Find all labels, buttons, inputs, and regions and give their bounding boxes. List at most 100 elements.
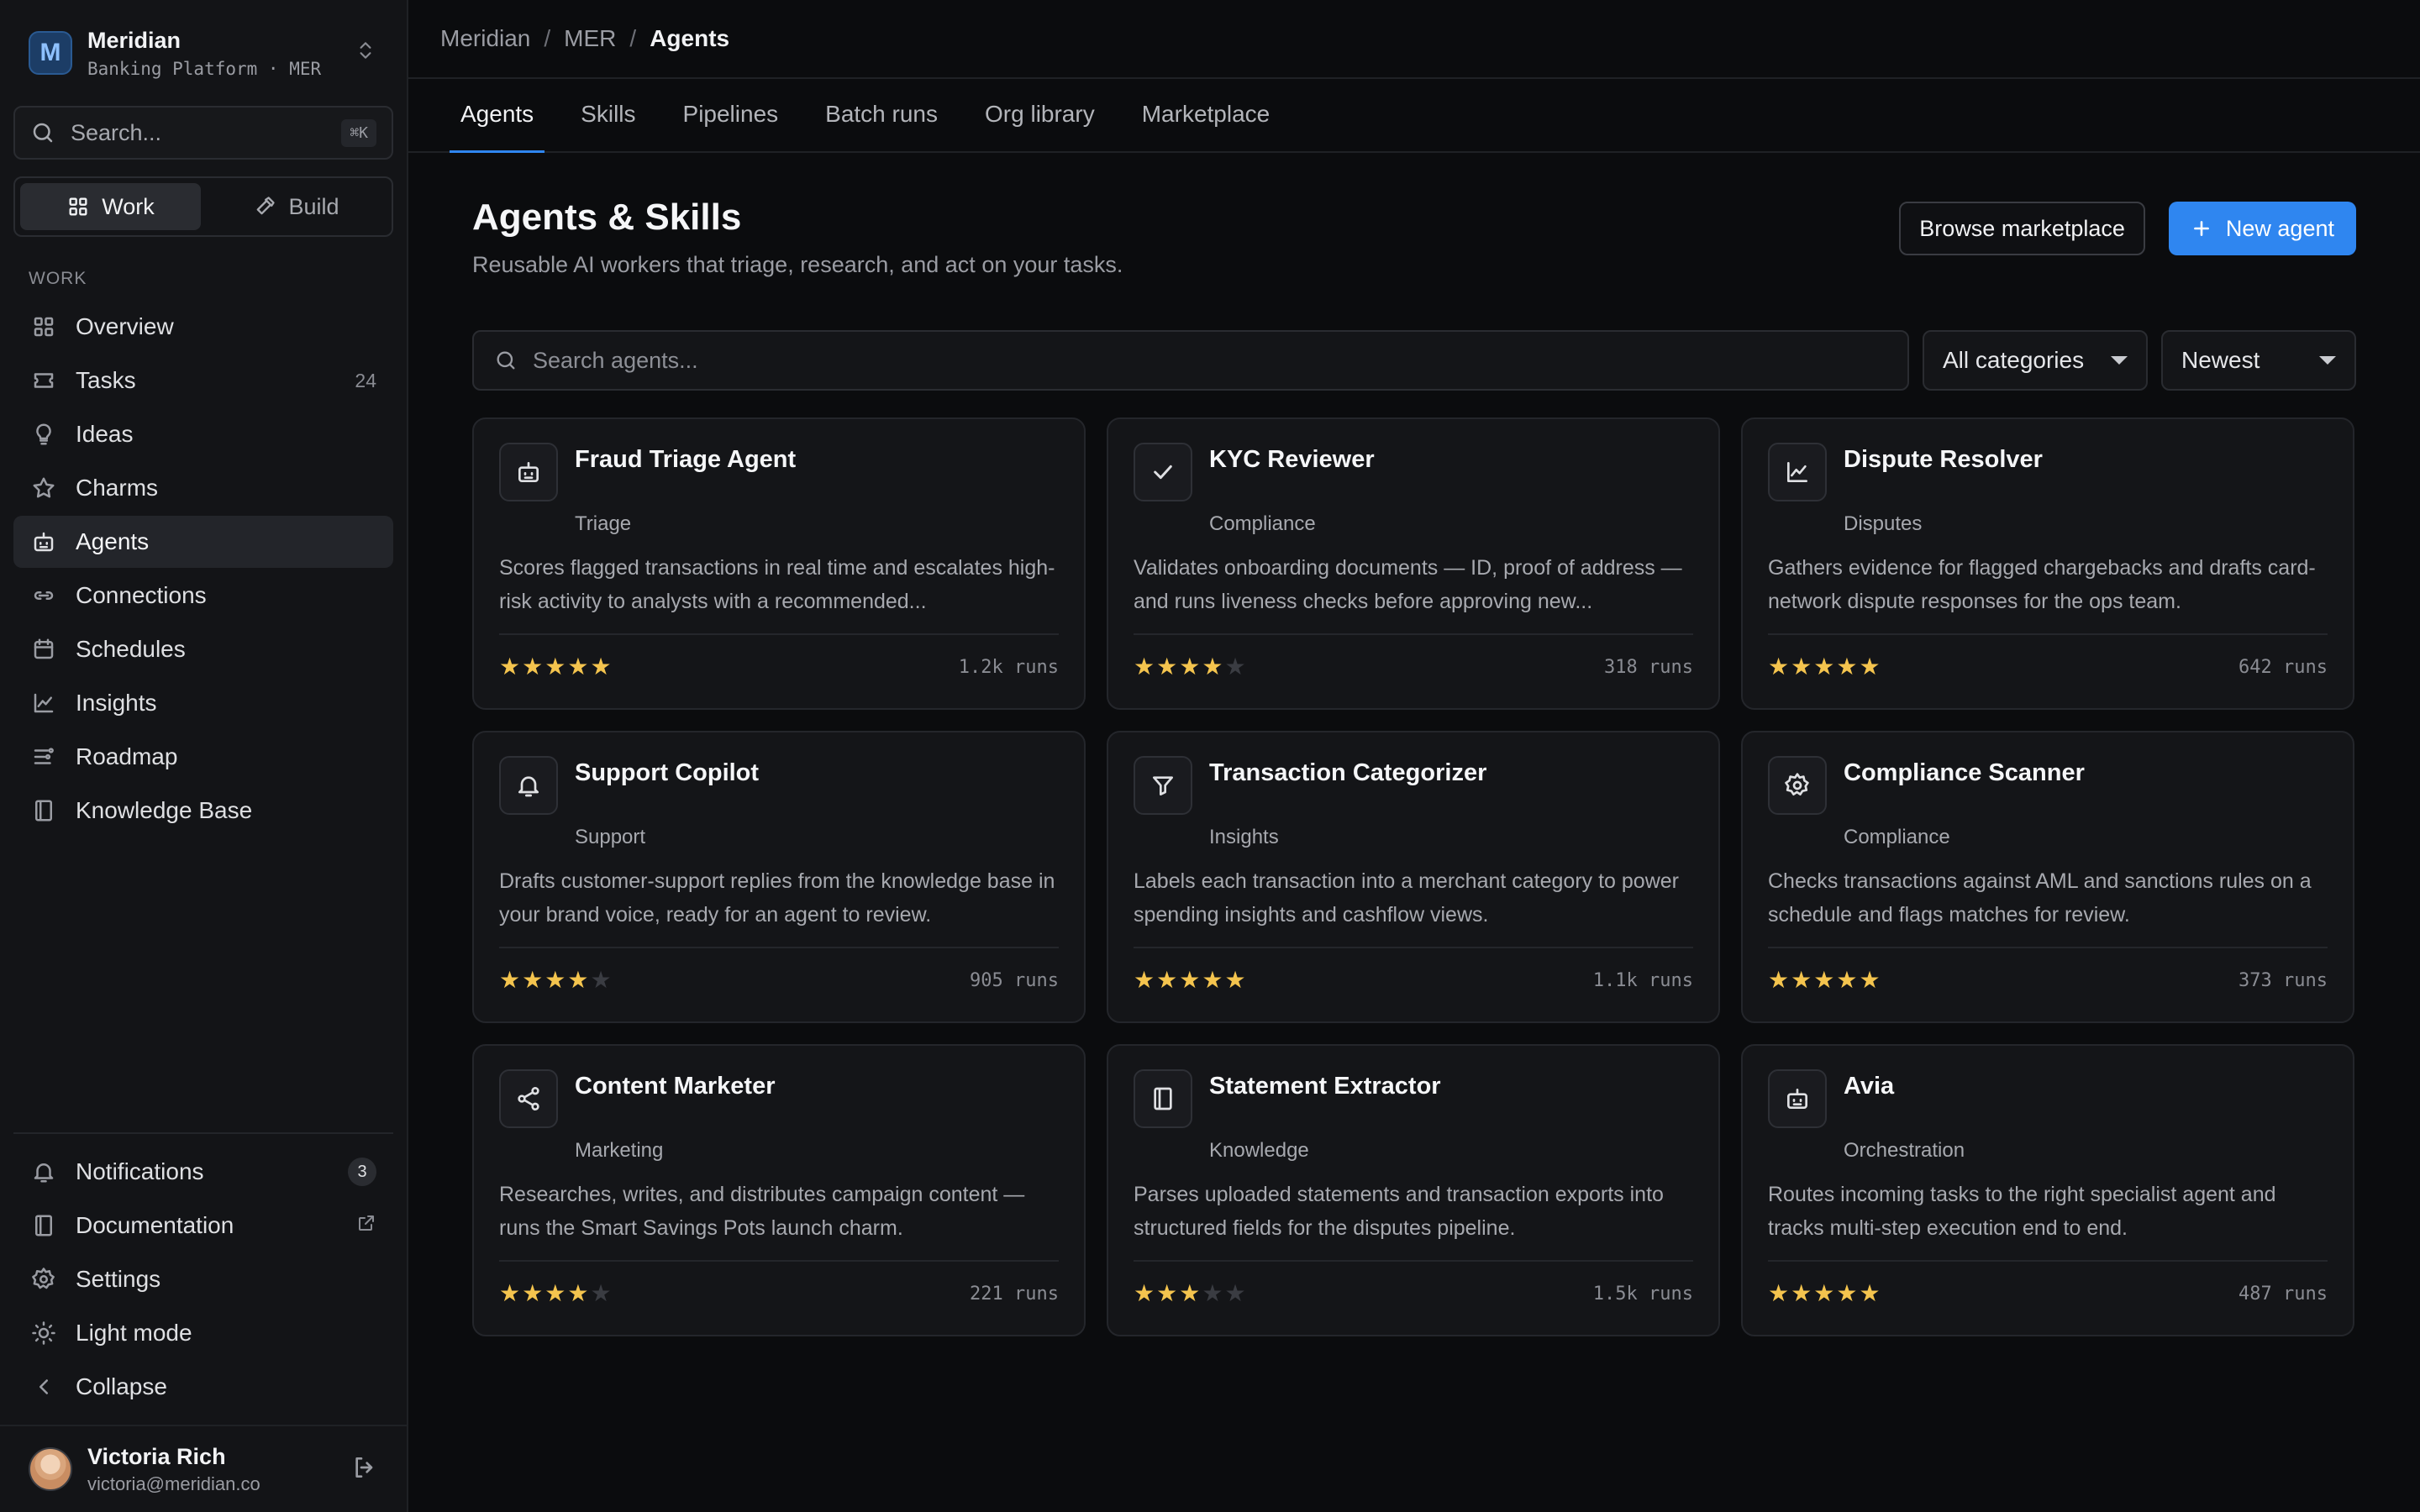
- agent-card[interactable]: Statement Extractor Knowledge Parses uploa…: [1107, 1044, 1720, 1336]
- sidebar-item-collapse[interactable]: Collapse: [13, 1361, 393, 1413]
- mode-build-button[interactable]: Build: [206, 183, 387, 230]
- agent-card[interactable]: Dispute Resolver Disputes Gathers evidence…: [1741, 417, 2354, 710]
- star-icon: ★: [1836, 1280, 1858, 1306]
- user-email: victoria@meridian.co: [87, 1473, 260, 1494]
- star-icon: ★: [1134, 1280, 1155, 1306]
- gear-icon: [1768, 756, 1827, 815]
- sidebar-divider: [13, 1132, 393, 1134]
- star-icon: ★: [1134, 654, 1155, 680]
- sidebar-item-notifications[interactable]: Notifications 3: [13, 1146, 393, 1198]
- agent-name: Content Marketer: [575, 1073, 776, 1100]
- workspace-name: Meridian: [87, 27, 182, 53]
- sidebar-item-label: Schedules: [76, 636, 186, 662]
- agent-card[interactable]: Content Marketer Marketing Researches, wri…: [472, 1044, 1086, 1336]
- star-rating: ★ ★ ★ ★ ★: [1768, 1282, 1881, 1305]
- star-icon: ★: [1768, 1280, 1790, 1306]
- agent-name: KYC Reviewer: [1209, 446, 1375, 473]
- breadcrumb-current: Agents: [650, 25, 730, 51]
- star-rating: ★ ★ ★ ★ ★: [1134, 655, 1246, 679]
- sidebar-item-documentation[interactable]: Documentation: [13, 1200, 393, 1252]
- mode-work-label: Work: [102, 193, 155, 219]
- star-icon: ★: [1791, 967, 1812, 993]
- chevrons-up-down-icon[interactable]: [353, 39, 378, 67]
- sort-select[interactable]: Newest: [2161, 330, 2356, 391]
- workspace-switcher[interactable]: M Meridian Banking Platform · MER: [13, 0, 393, 106]
- tab-skills[interactable]: Skills: [570, 77, 646, 151]
- sidebar-item-settings[interactable]: Settings: [13, 1253, 393, 1305]
- sidebar-item-ideas[interactable]: Ideas: [13, 408, 393, 460]
- sidebar-item-insights[interactable]: Insights: [13, 677, 393, 729]
- agent-card[interactable]: Avia Orchestration Routes incoming tasks t…: [1741, 1044, 2354, 1336]
- agent-category: Orchestration: [1844, 1139, 1965, 1162]
- user-profile[interactable]: Victoria Rich victoria@meridian.co: [0, 1425, 407, 1512]
- browse-marketplace-button[interactable]: Browse marketplace: [1899, 202, 2145, 255]
- filter-icon: [1134, 756, 1192, 815]
- star-rating: ★ ★ ★ ★ ★: [1768, 655, 1881, 679]
- agent-card[interactable]: Transaction Categorizer Insights Labels ea…: [1107, 731, 1720, 1023]
- agent-description: Validates onboarding documents — ID, pro…: [1134, 556, 1682, 613]
- sun-icon: [30, 1320, 57, 1347]
- sidebar-item-agents[interactable]: Agents: [13, 516, 393, 568]
- agent-card[interactable]: Fraud Triage Agent Triage Scores flagged t…: [472, 417, 1086, 710]
- agent-card[interactable]: Compliance Scanner Compliance Checks trans…: [1741, 731, 2354, 1023]
- tab-org-library[interactable]: Org library: [974, 77, 1106, 151]
- sidebar-item-knowledge-base[interactable]: Knowledge Base: [13, 785, 393, 837]
- agent-description: Checks transactions against AML and sanc…: [1768, 869, 2312, 927]
- link-icon: [30, 582, 57, 609]
- new-agent-button[interactable]: New agent: [2168, 202, 2356, 255]
- ticket-icon: [30, 367, 57, 394]
- star-icon: ★: [1179, 654, 1201, 680]
- tab-agents[interactable]: Agents: [450, 77, 545, 153]
- sidebar-search-placeholder: Search...: [71, 119, 162, 145]
- sidebar-item-label: Roadmap: [76, 743, 178, 769]
- agent-category: Compliance: [1844, 826, 1950, 848]
- category-select[interactable]: All categories: [1923, 330, 2148, 391]
- agent-card[interactable]: KYC Reviewer Compliance Validates onboardi…: [1107, 417, 1720, 710]
- tab-marketplace[interactable]: Marketplace: [1131, 77, 1281, 151]
- sidebar-item-label: Light mode: [76, 1320, 192, 1346]
- star-icon: ★: [544, 654, 566, 680]
- sidebar-item-tasks[interactable]: Tasks 24: [13, 354, 393, 407]
- workspace-logo: M: [29, 31, 72, 75]
- sidebar-item-light-mode[interactable]: Light mode: [13, 1307, 393, 1359]
- plus-icon: [2191, 218, 2212, 239]
- agent-search-input[interactable]: Search agents...: [472, 330, 1909, 391]
- run-count: 318 runs: [1604, 656, 1693, 678]
- sidebar-item-connections[interactable]: Connections: [13, 570, 393, 622]
- hammer-icon: [253, 195, 276, 218]
- sort-select-value: Newest: [2181, 347, 2260, 373]
- sidebar-item-label: Documentation: [76, 1212, 234, 1238]
- sidebar-search[interactable]: Search... ⌘K: [13, 106, 393, 160]
- roadmap-icon: [30, 743, 57, 770]
- notification-badge: 3: [348, 1158, 376, 1186]
- mode-work-button[interactable]: Work: [20, 183, 201, 230]
- star-icon: ★: [499, 967, 521, 993]
- star-icon: ★: [1859, 1280, 1881, 1306]
- agent-card[interactable]: Support Copilot Support Drafts customer-su…: [472, 731, 1086, 1023]
- workspace-subtitle: Banking Platform · MER: [87, 58, 322, 79]
- sidebar-item-schedules[interactable]: Schedules: [13, 623, 393, 675]
- agent-category: Support: [575, 826, 646, 848]
- star-icon: ★: [1813, 654, 1835, 680]
- sidebar-item-charms[interactable]: Charms: [13, 462, 393, 514]
- star-icon: ★: [1202, 967, 1223, 993]
- star-rating: ★ ★ ★ ★ ★: [499, 655, 612, 679]
- sidebar-item-overview[interactable]: Overview: [13, 301, 393, 353]
- section-label-work: WORK: [29, 269, 87, 288]
- star-icon: ★: [1791, 654, 1812, 680]
- star-rating: ★ ★ ★ ★ ★: [1134, 1282, 1246, 1305]
- logout-icon[interactable]: [351, 1454, 378, 1485]
- breadcrumb-project[interactable]: MER: [564, 25, 616, 52]
- tab-batch-runs[interactable]: Batch runs: [814, 77, 949, 151]
- star-icon: ★: [544, 967, 566, 993]
- star-icon: ★: [590, 967, 612, 993]
- run-count: 1.5k runs: [1592, 1283, 1693, 1305]
- grid-icon: [66, 195, 90, 218]
- sidebar-item-roadmap[interactable]: Roadmap: [13, 731, 393, 783]
- avatar: [29, 1447, 72, 1491]
- star-icon: ★: [1134, 967, 1155, 993]
- breadcrumb-workspace[interactable]: Meridian: [440, 25, 530, 52]
- star-icon: ★: [1224, 967, 1246, 993]
- agent-category: Insights: [1209, 826, 1279, 848]
- tab-pipelines[interactable]: Pipelines: [672, 77, 790, 151]
